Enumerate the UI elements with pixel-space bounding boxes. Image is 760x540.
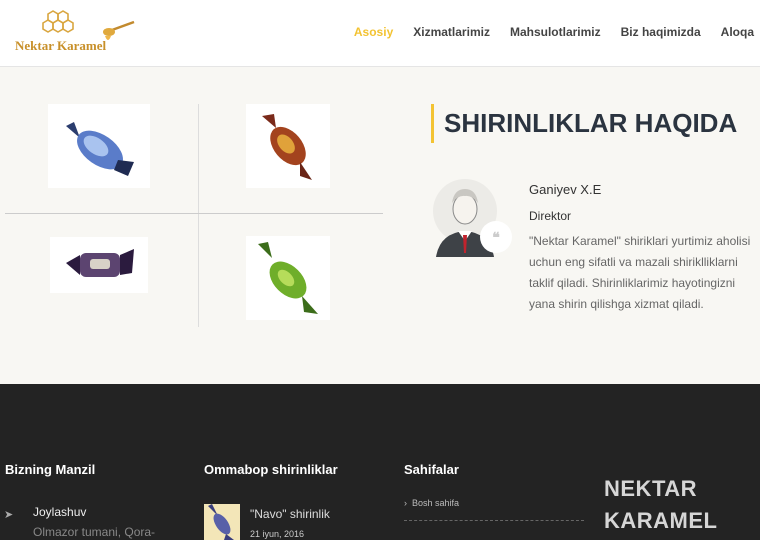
footer-heading-popular: Ommabop shirinliklar [204, 462, 338, 477]
site-header: Nektar Karamel Asosiy Xizmatlarimiz Mahs… [0, 0, 760, 67]
grid-divider-horizontal [5, 213, 383, 214]
location-address: Olmazor tumani, Qora- [33, 525, 156, 539]
site-footer: Bizning Manzil ➤ Joylashuv Olmazor tuman… [0, 384, 760, 540]
section-title-bold: HAQIDA [634, 108, 738, 138]
footer-heading-pages: Sahifalar [404, 462, 459, 477]
location-arrow-icon: ➤ [4, 509, 14, 521]
grid-divider-vertical [198, 104, 199, 327]
about-section: SHIRINLIKLAR HAQIDA ❝ Ganiyev X.E Direkt… [0, 67, 760, 384]
post-thumbnail[interactable] [204, 504, 240, 540]
location-title: Joylashuv [33, 505, 87, 519]
main-nav: Asosiy Xizmatlarimiz Mahsulotlarimiz Biz… [334, 25, 754, 39]
post-title-link[interactable]: "Navo" shirinlik [250, 507, 330, 521]
candy-image-dark[interactable] [50, 237, 148, 293]
candy-image-blue[interactable] [48, 104, 150, 188]
footer-divider [404, 520, 584, 521]
logo-text: Nektar Karamel [15, 38, 107, 53]
footer-link-bosh-sahifa[interactable]: › Bosh sahifa [404, 498, 459, 508]
logo[interactable]: Nektar Karamel [14, 10, 139, 56]
footer-brand: NEKTAR KARAMEL [604, 476, 718, 533]
footer-heading-address: Bizning Manzil [5, 462, 96, 477]
post-date: 21 iyun, 2016 [250, 529, 305, 539]
person-name: Ganiyev X.E [529, 182, 602, 197]
section-title: SHIRINLIKLAR HAQIDA [431, 104, 737, 143]
nav-asosiy[interactable]: Asosiy [354, 25, 393, 39]
candy-image-green[interactable] [246, 236, 330, 320]
nav-mahsulotlarimiz[interactable]: Mahsulotlarimiz [510, 25, 601, 39]
nav-biz-haqimizda[interactable]: Biz haqimizda [621, 25, 701, 39]
chevron-right-icon: › [404, 498, 407, 508]
person-role: Direktor [529, 209, 572, 223]
person-quote-text: "Nektar Karamel" shiriklari yurtimiz aho… [529, 234, 751, 311]
quote-icon: ❝ [480, 221, 512, 253]
nav-aloqa[interactable]: Aloqa [721, 25, 754, 39]
candy-image-brown[interactable] [246, 104, 330, 188]
section-title-light: SHIRINLIKLAR [444, 108, 628, 138]
nav-xizmatlarimiz[interactable]: Xizmatlarimiz [413, 25, 490, 39]
footer-link-label: Bosh sahifa [412, 498, 460, 508]
